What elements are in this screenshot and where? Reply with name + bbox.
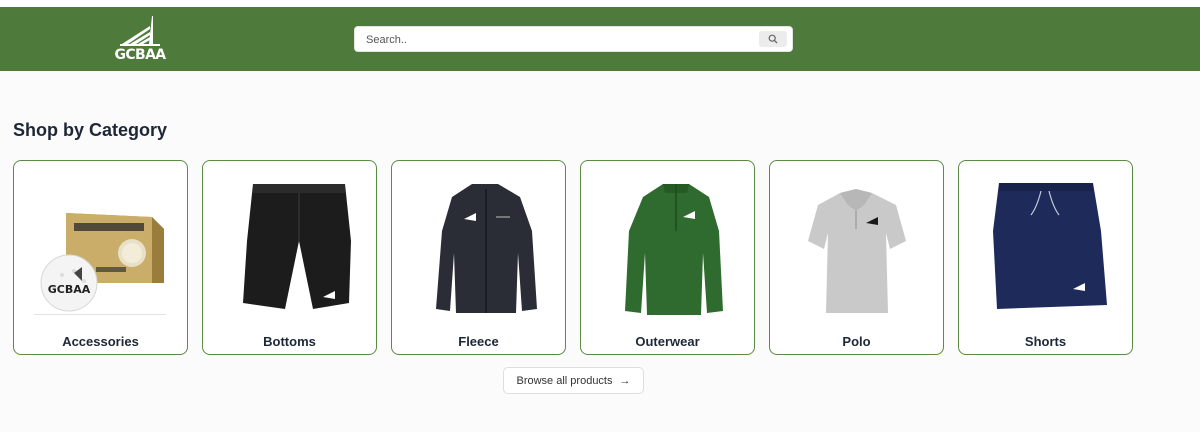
shorts-image — [969, 171, 1121, 321]
polo-image — [780, 171, 932, 321]
category-label: Polo — [842, 334, 871, 349]
category-card-shorts[interactable]: Shorts — [958, 160, 1133, 355]
search-button[interactable] — [759, 31, 787, 47]
category-card-outerwear[interactable]: Outerwear — [580, 160, 755, 355]
accessories-image: GCBAA — [24, 171, 176, 321]
gcbaa-logo[interactable]: GCBAA — [110, 16, 172, 66]
category-label: Accessories — [62, 334, 139, 349]
bottoms-image — [213, 171, 365, 321]
category-card-accessories[interactable]: GCBAA Accessories — [13, 160, 188, 355]
site-header: GCBAA — [0, 7, 1200, 71]
logo-text: GCBAA — [114, 47, 166, 63]
fleece-image — [402, 171, 554, 321]
search-icon — [768, 34, 778, 44]
arrow-right-icon: → — [619, 374, 631, 387]
top-strip — [0, 0, 1200, 7]
outerwear-image — [591, 171, 743, 321]
category-card-fleece[interactable]: Fleece — [391, 160, 566, 355]
browse-label: Browse all products — [516, 374, 613, 387]
category-card-bottoms[interactable]: Bottoms — [202, 160, 377, 355]
category-label: Outerwear — [635, 334, 700, 349]
category-label: Bottoms — [263, 334, 316, 349]
category-label: Fleece — [458, 334, 499, 349]
svg-text:GCBAA: GCBAA — [48, 283, 91, 296]
section-title: Shop by Category — [13, 120, 168, 140]
search-input[interactable] — [366, 31, 746, 48]
category-label: Shorts — [1024, 334, 1067, 349]
gcbaa-logo-icon — [120, 16, 160, 46]
category-card-polo[interactable]: Polo — [769, 160, 944, 355]
browse-all-products-button[interactable]: Browse all products → — [503, 367, 644, 394]
search-bar — [354, 26, 793, 52]
